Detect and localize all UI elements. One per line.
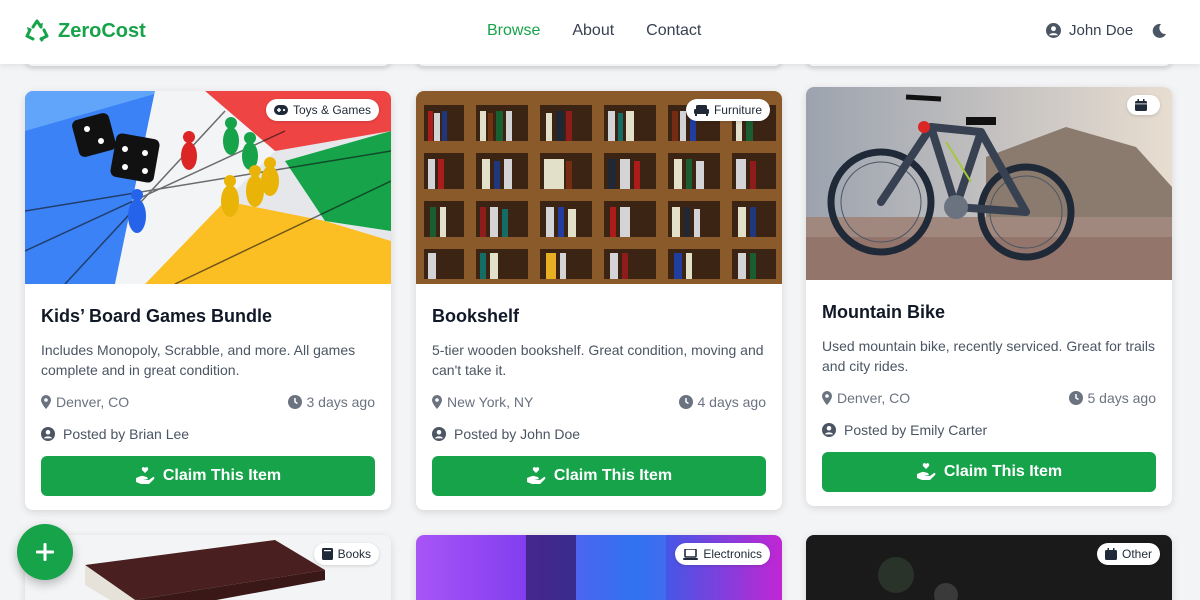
- poster-text: Posted by John Doe: [454, 426, 581, 442]
- item-time: 3 days ago: [287, 394, 376, 410]
- category-label: Electronics: [703, 547, 762, 561]
- nav-browse[interactable]: Browse: [487, 22, 540, 40]
- user-menu[interactable]: John Doe: [1046, 22, 1133, 39]
- couch-icon: [693, 104, 709, 116]
- location-text: New York, NY: [447, 394, 534, 410]
- claim-label: Claim This Item: [943, 463, 1063, 480]
- gamepad-icon: [273, 105, 288, 115]
- map-pin-icon: [822, 391, 832, 405]
- calendar-icon: [1135, 99, 1147, 111]
- category-label: Books: [337, 547, 371, 561]
- item-poster: Posted by Brian Lee: [41, 424, 375, 444]
- category-badge: Books: [313, 543, 379, 565]
- item-poster: Posted by John Doe: [432, 424, 766, 444]
- add-item-button[interactable]: [17, 524, 73, 580]
- time-text: 5 days ago: [1087, 390, 1157, 406]
- hand-holding-heart-icon: [135, 467, 155, 484]
- item-time: 5 days ago: [1068, 390, 1157, 406]
- category-label: Other: [1121, 547, 1152, 561]
- item-image[interactable]: Electronics: [416, 535, 782, 600]
- item-card: Mountain Bike Used mountain bike, recent…: [806, 87, 1172, 506]
- moon-icon: [1152, 23, 1166, 38]
- item-card: Other: [806, 535, 1172, 600]
- map-pin-icon: [41, 395, 51, 409]
- user-circle-icon: [1046, 23, 1061, 38]
- category-badge: Furniture: [685, 99, 770, 121]
- item-poster: Posted by Emily Carter: [822, 420, 1156, 440]
- time-text: 3 days ago: [306, 394, 376, 410]
- category-label: Toys & Games: [292, 103, 371, 117]
- user-circle-icon: [41, 427, 55, 441]
- item-meta: Denver, CO 3 days ago: [41, 392, 375, 412]
- category-badge: Toys & Games: [265, 99, 379, 121]
- item-time: 4 days ago: [678, 394, 767, 410]
- map-pin-icon: [432, 395, 442, 409]
- item-title: Bookshelf: [432, 306, 520, 326]
- user-circle-icon: [432, 427, 446, 441]
- item-image[interactable]: [806, 87, 1172, 280]
- item-meta: New York, NY 4 days ago: [432, 392, 766, 412]
- item-card: Toys & Games Kids’ Board Games Bundle In…: [25, 91, 391, 510]
- theme-toggle[interactable]: [1151, 23, 1167, 44]
- navbar: ZeroCost Browse About Contact John Doe: [0, 0, 1200, 64]
- recycle-icon: [25, 19, 49, 42]
- location-text: Denver, CO: [837, 390, 911, 406]
- item-image[interactable]: Furniture: [416, 91, 782, 284]
- claim-label: Claim This Item: [553, 467, 673, 484]
- item-title: Mountain Bike: [822, 302, 946, 322]
- item-description: Used mountain bike, recently serviced. G…: [822, 338, 1156, 374]
- item-card: Electronics: [416, 535, 782, 600]
- category-badge: [1127, 95, 1160, 115]
- clock-icon: [678, 395, 693, 409]
- poster-text: Posted by Emily Carter: [844, 422, 988, 438]
- category-badge: Electronics: [675, 543, 770, 565]
- location-text: Denver, CO: [56, 394, 130, 410]
- time-text: 4 days ago: [697, 394, 767, 410]
- claim-label: Claim This Item: [162, 467, 282, 484]
- clock-icon: [287, 395, 302, 409]
- item-image[interactable]: Books: [25, 535, 391, 600]
- hand-holding-heart-icon: [916, 463, 936, 480]
- claim-button[interactable]: Claim This Item: [41, 456, 375, 496]
- poster-text: Posted by Brian Lee: [63, 426, 190, 442]
- item-meta: Denver, CO 5 days ago: [822, 388, 1156, 408]
- nav-links: Browse About Contact: [487, 22, 701, 40]
- nav-about[interactable]: About: [572, 22, 614, 40]
- item-image[interactable]: Other: [806, 535, 1172, 600]
- item-image[interactable]: Toys & Games: [25, 91, 391, 284]
- item-location: New York, NY: [432, 394, 533, 410]
- category-badge: Other: [1096, 543, 1160, 565]
- user-circle-icon: [822, 423, 836, 437]
- item-card: Books: [25, 535, 391, 600]
- book-icon: [321, 548, 333, 560]
- box-icon: [1104, 548, 1117, 560]
- category-label: Furniture: [713, 103, 762, 117]
- item-description: 5-tier wooden bookshelf. Great condition…: [432, 342, 764, 378]
- plus-icon: [36, 543, 54, 561]
- laptop-icon: [683, 548, 699, 560]
- hand-holding-heart-icon: [526, 467, 546, 484]
- item-description: Includes Monopoly, Scrabble, and more. A…: [41, 342, 356, 378]
- item-title: Kids’ Board Games Bundle: [41, 306, 273, 326]
- app-name: ZeroCost: [58, 19, 146, 42]
- item-card: Furniture Bookshelf 5-tier wooden booksh…: [416, 91, 782, 510]
- item-location: Denver, CO: [41, 394, 129, 410]
- user-name: John Doe: [1069, 22, 1134, 39]
- item-location: Denver, CO: [822, 390, 910, 406]
- nav-contact[interactable]: Contact: [646, 22, 701, 40]
- clock-icon: [1068, 391, 1083, 405]
- mountain-bike-image: [806, 87, 1172, 280]
- logo[interactable]: ZeroCost: [24, 18, 146, 44]
- claim-button[interactable]: Claim This Item: [432, 456, 766, 496]
- claim-button[interactable]: Claim This Item: [822, 452, 1156, 492]
